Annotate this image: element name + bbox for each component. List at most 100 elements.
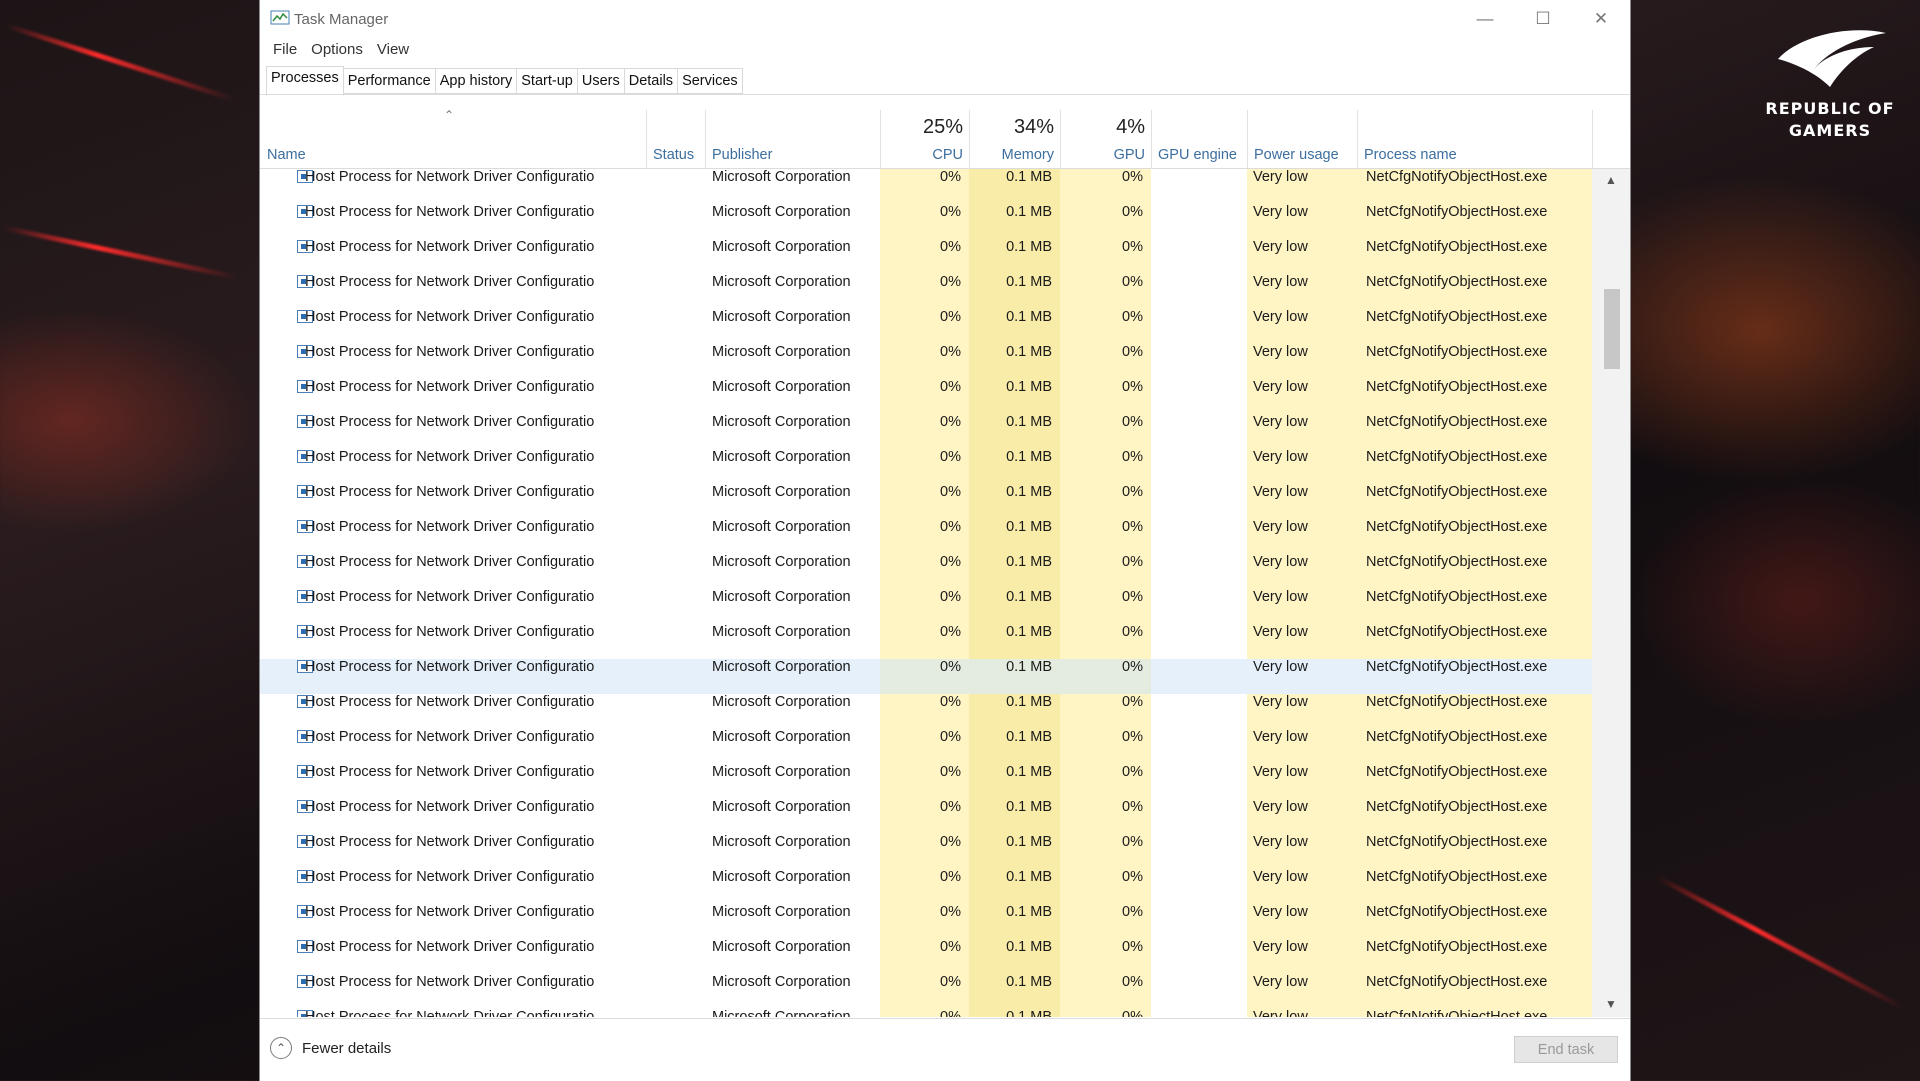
process-gpu-engine xyxy=(1151,869,1246,904)
process-memory: 0.1 MB xyxy=(969,274,1060,309)
column-label-status: Status xyxy=(653,147,695,163)
column-header-cpu[interactable]: 25% CPU xyxy=(880,110,970,168)
column-header-status[interactable]: Status xyxy=(646,110,706,168)
process-publisher: Microsoft Corporation xyxy=(712,834,851,850)
tab-start-up[interactable]: Start-up xyxy=(517,68,578,94)
close-button[interactable]: ✕ xyxy=(1572,0,1630,38)
process-gpu: 0% xyxy=(1060,414,1151,449)
process-gpu-engine xyxy=(1151,204,1246,239)
process-row[interactable]: Host Process for Network Driver Configur… xyxy=(260,309,1592,344)
column-header-gpu-engine[interactable]: GPU engine xyxy=(1151,110,1248,168)
process-cpu: 0% xyxy=(880,799,969,834)
process-row[interactable]: Host Process for Network Driver Configur… xyxy=(260,869,1592,904)
process-executable-name: NetCfgNotifyObjectHost.exe xyxy=(1357,974,1592,1009)
tab-performance[interactable]: Performance xyxy=(343,68,436,94)
process-row[interactable]: Host Process for Network Driver Configur… xyxy=(260,274,1592,309)
column-header-publisher[interactable]: Publisher xyxy=(705,110,881,168)
process-memory: 0.1 MB xyxy=(969,834,1060,869)
column-header-gpu[interactable]: 4% GPU xyxy=(1060,110,1152,168)
scroll-up-icon[interactable]: ▲ xyxy=(1592,173,1630,193)
process-memory: 0.1 MB xyxy=(969,869,1060,904)
process-power-usage: Very low xyxy=(1247,904,1357,939)
process-cpu: 0% xyxy=(880,624,969,659)
process-row[interactable]: Host Process for Network Driver Configur… xyxy=(260,729,1592,764)
process-row[interactable]: Host Process for Network Driver Configur… xyxy=(260,834,1592,869)
process-executable-name: NetCfgNotifyObjectHost.exe xyxy=(1357,694,1592,729)
process-executable-name: NetCfgNotifyObjectHost.exe xyxy=(1357,519,1592,554)
column-header-power-usage[interactable]: Power usage xyxy=(1247,110,1358,168)
tab-details[interactable]: Details xyxy=(624,68,679,94)
process-executable-name: NetCfgNotifyObjectHost.exe xyxy=(1357,309,1592,344)
process-power-usage: Very low xyxy=(1247,554,1357,589)
red-light-streak xyxy=(5,23,235,102)
process-row[interactable]: Host Process for Network Driver Configur… xyxy=(260,904,1592,939)
process-display-name: Host Process for Network Driver Configur… xyxy=(305,974,595,990)
process-power-usage: Very low xyxy=(1247,974,1357,1009)
vertical-scrollbar[interactable]: ▲ ▼ xyxy=(1592,169,1630,1017)
process-row[interactable]: Host Process for Network Driver Configur… xyxy=(260,239,1592,274)
maximize-icon: ☐ xyxy=(1535,9,1551,28)
process-row[interactable]: Host Process for Network Driver Configur… xyxy=(260,589,1592,624)
process-executable-name: NetCfgNotifyObjectHost.exe xyxy=(1357,414,1592,449)
process-row[interactable]: Host Process for Network Driver Configur… xyxy=(260,519,1592,554)
gpu-total: 4% xyxy=(1116,116,1145,138)
process-row[interactable]: Host Process for Network Driver Configur… xyxy=(260,414,1592,449)
process-cpu: 0% xyxy=(880,169,969,204)
process-row[interactable]: Host Process for Network Driver Configur… xyxy=(260,204,1592,239)
menu-view[interactable]: View xyxy=(370,40,416,64)
process-row[interactable]: Host Process for Network Driver Configur… xyxy=(260,799,1592,834)
process-memory: 0.1 MB xyxy=(969,239,1060,274)
process-cpu: 0% xyxy=(880,274,969,309)
tab-users[interactable]: Users xyxy=(577,68,625,94)
process-cpu: 0% xyxy=(880,834,969,869)
process-power-usage: Very low xyxy=(1247,204,1357,239)
process-row[interactable]: Host Process for Network Driver Configur… xyxy=(260,624,1592,659)
process-cpu: 0% xyxy=(880,589,969,624)
column-header-process-name[interactable]: Process name xyxy=(1357,110,1593,168)
sort-ascending-icon: ⌃ xyxy=(444,108,455,122)
maximize-button[interactable]: ☐ xyxy=(1514,0,1572,38)
process-display-name: Host Process for Network Driver Configur… xyxy=(305,834,595,850)
column-header-memory[interactable]: 34% Memory xyxy=(969,110,1061,168)
scroll-down-icon[interactable]: ▼ xyxy=(1592,997,1630,1017)
menu-options[interactable]: Options xyxy=(304,40,370,64)
tab-app-history[interactable]: App history xyxy=(435,68,518,94)
red-light-streak xyxy=(2,225,238,280)
process-gpu: 0% xyxy=(1060,694,1151,729)
process-memory: 0.1 MB xyxy=(969,484,1060,519)
process-row[interactable]: Host Process for Network Driver Configur… xyxy=(260,659,1592,694)
rog-eye-icon xyxy=(1778,30,1886,87)
process-row[interactable]: Host Process for Network Driver Configur… xyxy=(260,484,1592,519)
process-cpu: 0% xyxy=(880,554,969,589)
process-row[interactable]: Host Process for Network Driver Configur… xyxy=(260,379,1592,414)
process-row[interactable]: Host Process for Network Driver Configur… xyxy=(260,694,1592,729)
process-publisher: Microsoft Corporation xyxy=(712,169,851,185)
process-row[interactable]: Host Process for Network Driver Configur… xyxy=(260,169,1592,204)
process-executable-name: NetCfgNotifyObjectHost.exe xyxy=(1357,204,1592,239)
process-gpu: 0% xyxy=(1060,799,1151,834)
process-gpu-engine xyxy=(1151,764,1246,799)
process-cpu: 0% xyxy=(880,379,969,414)
column-header-name[interactable]: ⌃ Name xyxy=(260,108,647,168)
minimize-button[interactable]: — xyxy=(1456,0,1514,38)
scrollbar-thumb[interactable] xyxy=(1604,289,1620,369)
chevron-up-circle-icon[interactable]: ⌃ xyxy=(270,1037,292,1059)
process-display-name: Host Process for Network Driver Configur… xyxy=(305,344,595,360)
process-gpu: 0% xyxy=(1060,764,1151,799)
process-cpu: 0% xyxy=(880,204,969,239)
process-row[interactable]: Host Process for Network Driver Configur… xyxy=(260,764,1592,799)
process-row[interactable]: Host Process for Network Driver Configur… xyxy=(260,974,1592,1009)
menu-file[interactable]: File xyxy=(266,40,304,64)
process-executable-name: NetCfgNotifyObjectHost.exe xyxy=(1357,799,1592,834)
tab-processes[interactable]: Processes xyxy=(266,66,344,96)
tab-services[interactable]: Services xyxy=(678,68,743,94)
fewer-details-link[interactable]: Fewer details xyxy=(302,1040,391,1057)
end-task-button[interactable]: End task xyxy=(1514,1036,1618,1063)
process-publisher: Microsoft Corporation xyxy=(712,659,851,675)
process-row[interactable]: Host Process for Network Driver Configur… xyxy=(260,554,1592,589)
process-row[interactable]: Host Process for Network Driver Configur… xyxy=(260,1009,1592,1017)
process-row[interactable]: Host Process for Network Driver Configur… xyxy=(260,449,1592,484)
title-bar[interactable]: Task Manager — ☐ ✕ xyxy=(260,0,1630,38)
process-row[interactable]: Host Process for Network Driver Configur… xyxy=(260,344,1592,379)
process-row[interactable]: Host Process for Network Driver Configur… xyxy=(260,939,1592,974)
